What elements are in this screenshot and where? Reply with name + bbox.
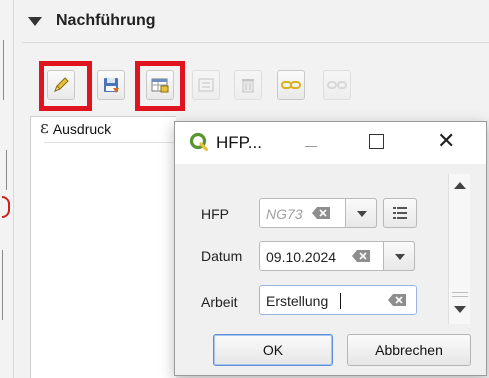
hfp-label: HFP [201,206,229,222]
highlight-box-edit [39,61,92,111]
trash-icon [242,79,254,93]
scroll-down-icon[interactable] [454,306,466,313]
cancel-button[interactable]: Abbrechen [347,334,471,366]
panel-title[interactable]: Nachführung [56,12,156,30]
datum-label: Datum [201,248,243,264]
column-header-ausdruck[interactable]: ε Ausdruck [40,120,111,137]
collapse-arrow-icon[interactable] [28,17,42,26]
datum-date-edit[interactable]: 09.10.2024 [259,241,415,271]
link-feature-button[interactable] [277,70,305,100]
panel-divider [22,42,489,43]
ok-button[interactable]: OK [213,334,333,366]
unlink-icon [327,81,347,89]
hfp-feature-list-button[interactable] [383,198,417,228]
minimize-button[interactable] [305,146,317,147]
add-feature-button[interactable] [192,70,220,100]
map-feature-line [6,150,7,190]
add-feature-icon [198,78,214,92]
scroll-up-icon[interactable] [454,182,466,189]
column-header-divider [44,142,174,143]
hfp-value: NG73 [266,206,303,222]
delete-feature-button[interactable] [234,70,262,100]
scroll-thumb[interactable] [452,292,468,297]
attribute-table[interactable] [30,116,176,378]
save-icon [104,78,119,93]
screenshot-stage: Nachführung ε Ausdruck HFP... ✕ HFP NG73… [0,0,489,378]
close-button[interactable]: ✕ [437,130,455,152]
datum-value: 09.10.2024 [266,249,337,265]
dialog-titlebar[interactable]: HFP... ✕ [175,122,486,164]
highlight-box-form [135,61,185,111]
expression-icon: ε [40,118,49,138]
arbeit-label: Arbeit [201,294,238,310]
list-icon [393,207,407,219]
unlink-feature-button[interactable] [323,70,351,100]
arbeit-value: Erstellung [266,293,329,309]
arbeit-text-input[interactable]: Erstellung [259,285,417,315]
feature-form-dialog: HFP... ✕ HFP NG73 Datum 09.10.2024 Arbei… [174,121,487,376]
qgis-logo-icon [189,132,209,152]
maximize-button[interactable] [369,134,384,149]
clear-icon[interactable] [352,250,370,262]
map-canvas-edge[interactable] [0,0,14,378]
save-edits-button[interactable] [97,70,125,100]
text-cursor [340,293,341,309]
clear-icon[interactable] [388,294,406,306]
hfp-combobox[interactable]: NG73 [259,198,377,228]
column-header-label: Ausdruck [52,120,112,137]
form-scrollbar[interactable] [448,174,470,324]
chevron-down-icon [357,211,367,217]
link-icon [281,81,301,89]
clear-icon[interactable] [312,207,330,219]
map-feature-line [3,40,4,100]
map-feature-line [2,250,3,320]
map-selected-feature [2,196,10,218]
dialog-title: HFP... [216,133,262,152]
hfp-dropdown-button[interactable] [345,198,377,228]
chevron-down-icon [395,254,405,260]
datum-calendar-button[interactable] [383,241,415,271]
